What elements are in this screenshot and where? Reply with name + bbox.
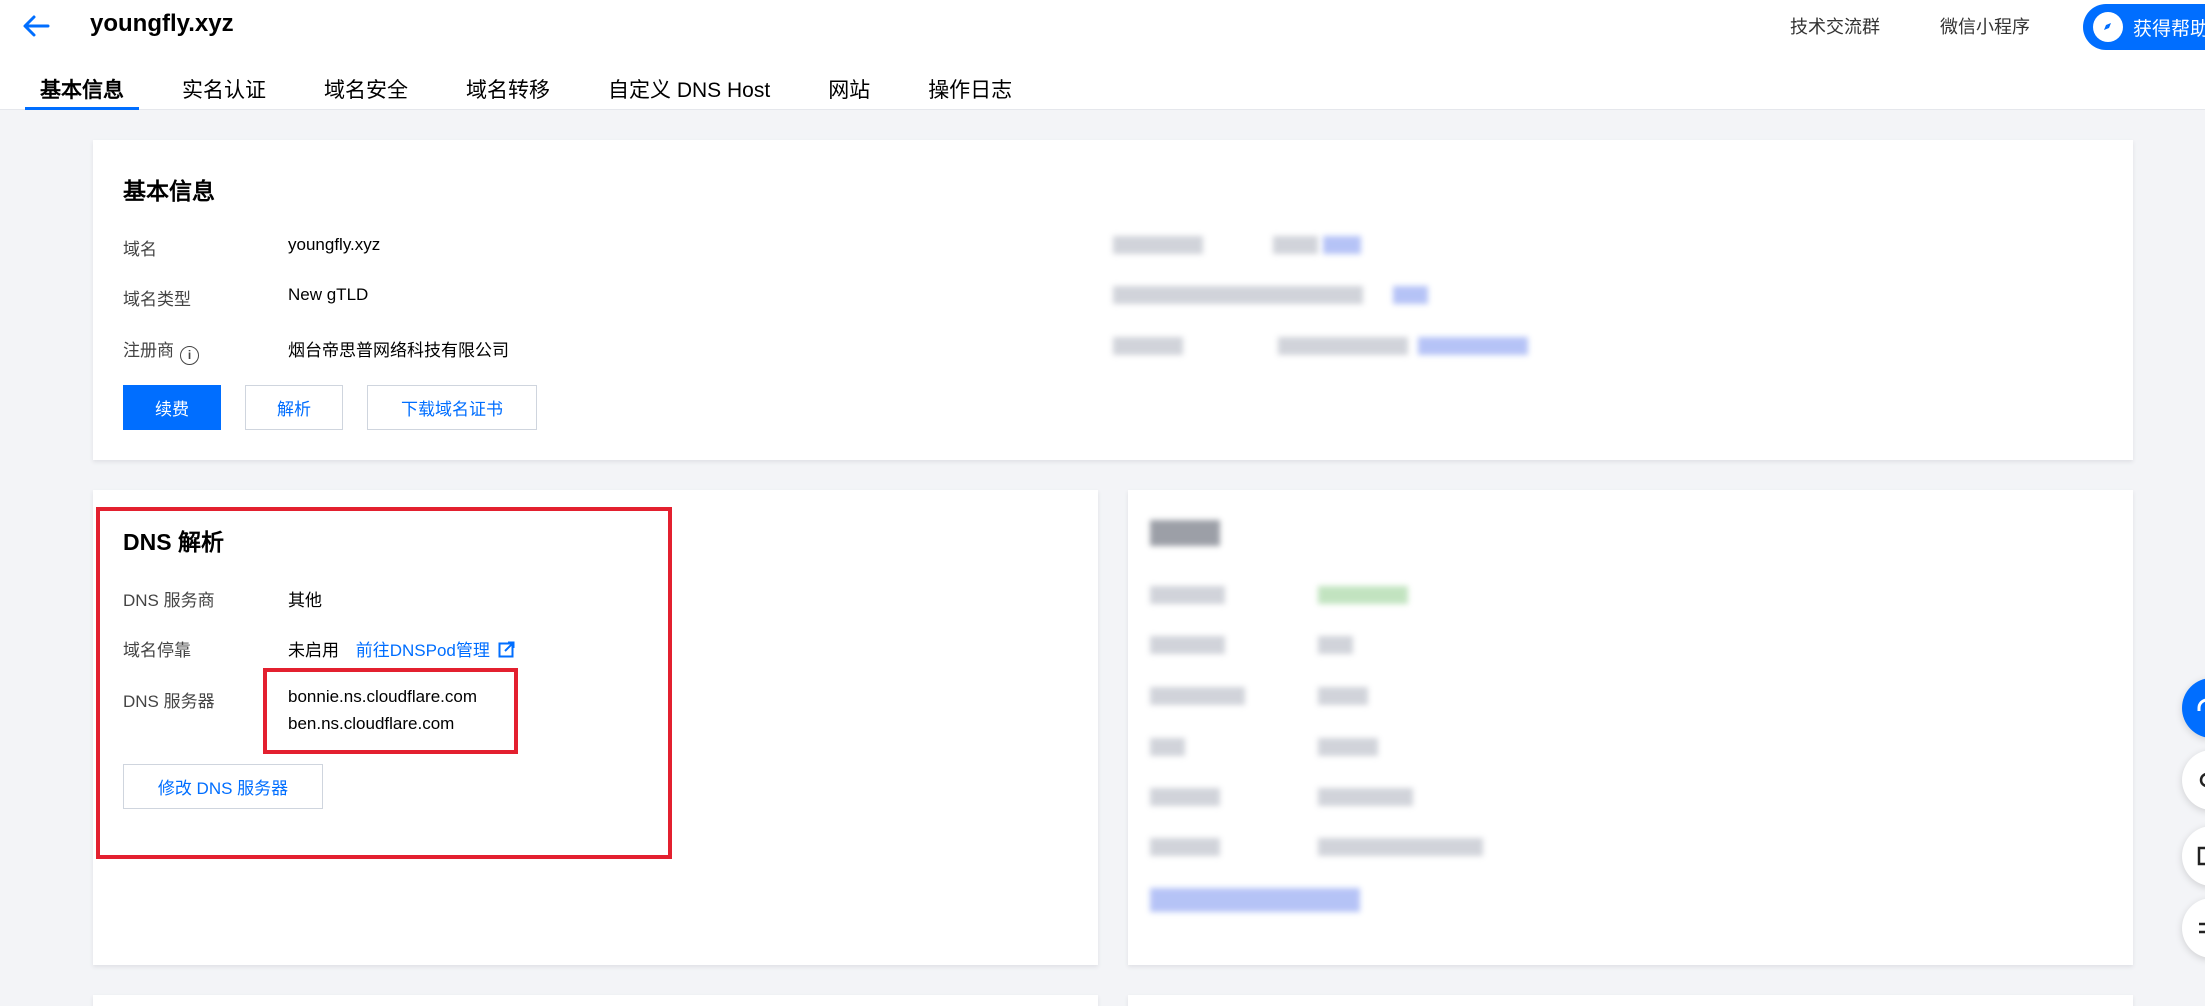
domain-type-label: 域名类型 [123,290,191,309]
headset-icon[interactable] [2182,678,2205,738]
domain-value: youngfly.xyz [288,235,381,254]
tab-domain-transfer[interactable]: 域名转移 [451,64,565,110]
registrar-value: 烟台帝思普网络科技有限公司 [288,341,509,360]
tab-basic-info[interactable]: 基本信息 [25,64,139,110]
next-card-right [1128,995,2133,1006]
tab-custom-dns-host[interactable]: 自定义 DNS Host [593,64,785,110]
back-arrow-icon[interactable] [18,8,58,44]
redacted-text [1150,888,1360,912]
redacted-text [1318,636,1353,654]
redacted-text [1278,337,1408,355]
next-card-left [93,995,1098,1006]
tab-operation-log[interactable]: 操作日志 [913,64,1027,110]
info-icon[interactable]: i [180,346,199,365]
tab-real-name[interactable]: 实名认证 [167,64,281,110]
get-help-label: 获得帮助 [2133,18,2205,40]
tab-website[interactable]: 网站 [813,64,885,110]
download-cert-button[interactable]: 下载域名证书 [367,385,537,430]
highlight-box-dns-servers [263,668,518,754]
redacted-text [1150,838,1220,856]
redacted-text [1113,286,1363,304]
basic-info-title: 基本信息 [123,178,215,204]
redacted-text [1418,337,1528,355]
redacted-text [1318,788,1413,806]
tech-group-link[interactable]: 技术交流群 [1790,13,1880,39]
edit-icon[interactable] [2182,826,2205,886]
redacted-text [1318,738,1378,756]
redacted-text [1150,788,1220,806]
page-title: youngfly.xyz [90,10,234,37]
mini-program-link[interactable]: 微信小程序 [1940,13,2030,39]
tab-bar: 基本信息 实名认证 域名安全 域名转移 自定义 DNS Host 网站 操作日志 [25,64,1055,110]
redacted-text [1318,687,1368,705]
redacted-text [1113,337,1183,355]
resolve-button[interactable]: 解析 [245,385,343,430]
basic-info-card: 基本信息 域名 youngfly.xyz 域名类型 New gTLD 注册商 i … [93,140,2133,460]
redacted-text [1318,586,1408,604]
redacted-text [1150,636,1225,654]
redacted-text [1273,236,1318,254]
redacted-text [1318,838,1483,856]
tab-domain-security[interactable]: 域名安全 [309,64,423,110]
redacted-text [1323,236,1361,254]
cloud-icon[interactable] [2182,750,2205,810]
get-help-button[interactable]: 获得帮助 [2083,4,2205,50]
page-header: youngfly.xyz 技术交流群 微信小程序 获得帮助 基本信息 实名认证 … [0,0,2205,110]
registrar-label-text: 注册商 [123,341,174,360]
redacted-card [1128,490,2133,965]
registrar-label: 注册商 i [123,336,199,365]
domain-label: 域名 [123,240,157,259]
redacted-text [1150,586,1225,604]
redacted-text [1150,520,1220,546]
domain-type-value: New gTLD [288,285,369,304]
redacted-text [1113,236,1203,254]
redacted-text [1393,286,1428,304]
redacted-text [1150,687,1245,705]
redacted-text [1150,738,1185,756]
renew-button[interactable]: 续费 [123,385,221,430]
menu-icon[interactable] [2182,898,2205,958]
compass-icon [2093,12,2123,42]
